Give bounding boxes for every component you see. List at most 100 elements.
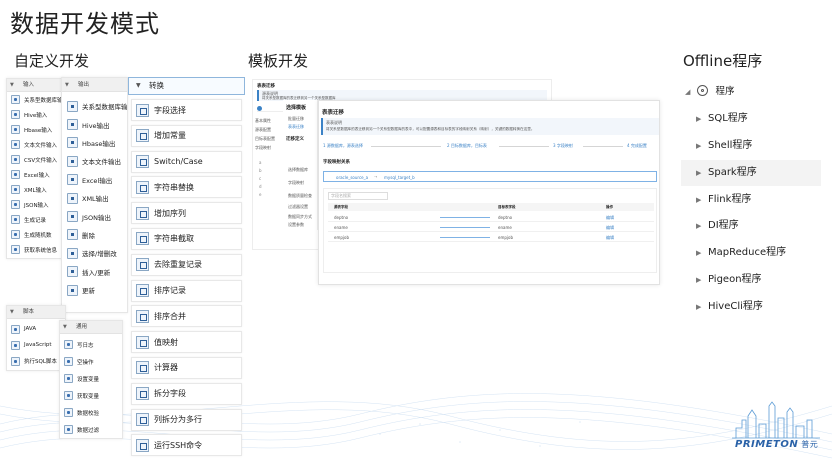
- offline-item-di[interactable]: ▶ DI程序: [681, 213, 821, 239]
- output-item[interactable]: Hive输出: [62, 115, 127, 133]
- offline-item-spark[interactable]: ▶ Spark程序: [681, 160, 821, 186]
- input-step-icon: [11, 215, 20, 224]
- transform-item[interactable]: Switch/Case: [131, 150, 242, 173]
- row-edit-link[interactable]: 编辑: [606, 225, 614, 231]
- output-item[interactable]: Excel输出: [62, 171, 127, 189]
- input-item[interactable]: 文本文件输入: [7, 137, 63, 152]
- step-3[interactable]: 3 字段映射: [553, 143, 573, 149]
- search-input[interactable]: 字段名搜索: [328, 192, 388, 200]
- table-row[interactable]: deptno deptno 编辑: [328, 213, 654, 222]
- input-item[interactable]: Hbase输入: [7, 122, 63, 137]
- expand-triangle-icon: ▶: [696, 303, 702, 311]
- transform-panel-header[interactable]: ▼ 转换: [128, 77, 245, 95]
- table-row[interactable]: ename ename 编辑: [328, 223, 654, 232]
- input-item[interactable]: CSV文件输入: [7, 152, 63, 167]
- back-table-item[interactable]: e: [259, 192, 281, 200]
- input-item[interactable]: 生成记录: [7, 212, 63, 227]
- input-item[interactable]: 生成随机数: [7, 227, 63, 242]
- output-item[interactable]: 关系型数据库输出: [62, 97, 127, 115]
- template-nav-item[interactable]: 字段映射: [288, 180, 304, 186]
- template-nav-item[interactable]: 批量迁移: [288, 116, 304, 122]
- row-edit-link[interactable]: 编辑: [606, 215, 614, 221]
- script-item[interactable]: 执行SQL脚本: [7, 353, 65, 369]
- transform-item[interactable]: 字符串替换: [131, 176, 242, 199]
- transform-item[interactable]: 去除重复记录: [131, 253, 242, 276]
- offline-item-flink[interactable]: ▶ Flink程序: [681, 187, 821, 213]
- transform-item[interactable]: 排序记录: [131, 279, 242, 302]
- input-step-icon: [11, 155, 20, 164]
- output-item[interactable]: JSON输出: [62, 207, 127, 225]
- offline-item-sql[interactable]: ▶ SQL程序: [681, 106, 821, 132]
- template-nav-item[interactable]: 过滤器设置: [288, 204, 308, 210]
- transform-item[interactable]: 值映射: [131, 331, 242, 354]
- input-item[interactable]: Hive输入: [7, 107, 63, 122]
- input-item[interactable]: Excel输入: [7, 167, 63, 182]
- transform-item[interactable]: 拆分字段: [131, 382, 242, 405]
- front-box-desc: 将关系型数据库的表迁移到另一个关系型数据库的表中，可以配置源表和目标表的字段映射…: [326, 127, 535, 131]
- offline-tree-root[interactable]: ◢ 程序: [685, 82, 734, 102]
- output-panel-header[interactable]: ▼ 输出: [62, 78, 127, 92]
- output-item[interactable]: 更新: [62, 281, 127, 299]
- common-item[interactable]: 空操作: [60, 353, 122, 370]
- transform-item[interactable]: 增加常量: [131, 124, 242, 147]
- table-row[interactable]: empjob empjob 编辑: [328, 233, 654, 242]
- common-step-icon: [64, 425, 73, 434]
- input-item[interactable]: 获取系统信息: [7, 242, 63, 257]
- input-list: 关系型数据库输入 Hive输入 Hbase输入 文本文件输入 CSV文件输入 E…: [7, 92, 63, 257]
- common-item[interactable]: 获取变量: [60, 387, 122, 404]
- source-tag[interactable]: oracle_source_a: [336, 175, 368, 180]
- output-item[interactable]: Hbase输出: [62, 134, 127, 152]
- row-edit-link[interactable]: 编辑: [606, 235, 614, 241]
- template-nav-item[interactable]: 数据质量检查: [288, 193, 312, 199]
- back-table-item[interactable]: d: [259, 184, 281, 192]
- input-item[interactable]: XML输入: [7, 182, 63, 197]
- transform-item[interactable]: 字段选择: [131, 99, 242, 121]
- offline-item-hivecli[interactable]: ▶ HiveCli程序: [681, 294, 821, 320]
- back-table-item[interactable]: a: [259, 160, 281, 168]
- input-item[interactable]: JSON输入: [7, 197, 63, 212]
- step-4[interactable]: 4 完成配置: [627, 143, 647, 149]
- front-stepper: 1 源数据库，源表选择 2 目标数据库，目标表 3 字段映射 4 完成配置: [321, 141, 659, 151]
- output-item[interactable]: XML输出: [62, 189, 127, 207]
- input-panel-header[interactable]: ▼ 输入: [7, 79, 63, 92]
- input-item[interactable]: 关系型数据库输入: [7, 92, 63, 107]
- script-item[interactable]: JavaScript: [7, 337, 65, 353]
- transform-item[interactable]: 列拆分为多行: [131, 408, 242, 431]
- script-panel: ▼ 脚本 JAVA JavaScript 执行SQL脚本: [6, 305, 66, 371]
- back-nav-item[interactable]: 源表配置: [255, 127, 281, 136]
- common-item[interactable]: 写日志: [60, 336, 122, 353]
- step-1[interactable]: 1 源数据库，源表选择: [323, 143, 363, 149]
- common-panel-header[interactable]: ▼ 通用: [60, 321, 122, 334]
- template-side-nav: 选择模板 批量迁移 表表迁移 迁移定义 选择数据库 字段映射 数据质量检查 过滤…: [283, 100, 318, 230]
- target-tag[interactable]: mysql_target_b: [384, 175, 415, 180]
- template-nav-item[interactable]: 选择数据库: [288, 167, 308, 173]
- back-table-item[interactable]: c: [259, 176, 281, 184]
- common-item[interactable]: 设置变量: [60, 370, 122, 387]
- common-item[interactable]: 数据过滤: [60, 421, 122, 438]
- section-title-template: 模板开发: [248, 52, 309, 70]
- offline-item-pigeon[interactable]: ▶ Pigeon程序: [681, 267, 821, 293]
- transform-item[interactable]: 排序合并: [131, 305, 242, 328]
- template-nav-item[interactable]: 数据同步方式: [288, 214, 312, 220]
- script-item[interactable]: JAVA: [7, 321, 65, 337]
- transform-item[interactable]: 字符串截取: [131, 227, 242, 250]
- back-nav-item[interactable]: 基本属性: [255, 118, 281, 127]
- mapping-line: [440, 237, 490, 238]
- output-item[interactable]: 插入/更新: [62, 263, 127, 281]
- template-nav-item[interactable]: 设置参数: [288, 222, 304, 228]
- common-item[interactable]: 数据校验: [60, 404, 122, 421]
- output-item[interactable]: 删除: [62, 226, 127, 244]
- offline-item-mapreduce[interactable]: ▶ MapReduce程序: [681, 240, 821, 266]
- back-table-item[interactable]: b: [259, 168, 281, 176]
- transform-item[interactable]: 增加序列: [131, 202, 242, 225]
- step-2[interactable]: 2 目标数据库，目标表: [447, 143, 487, 149]
- output-item[interactable]: 选择/增删改: [62, 244, 127, 262]
- offline-item-shell[interactable]: ▶ Shell程序: [681, 133, 821, 159]
- back-nav-item[interactable]: 字段映射: [255, 145, 281, 154]
- transform-item[interactable]: 计算器: [131, 356, 242, 379]
- output-item[interactable]: 文本文件输出: [62, 152, 127, 170]
- transform-item[interactable]: 运行SSH命令: [131, 434, 242, 457]
- template-nav-item-active[interactable]: 表表迁移: [288, 124, 304, 130]
- back-nav-item[interactable]: 目标表配置: [255, 136, 281, 145]
- script-panel-header[interactable]: ▼ 脚本: [7, 306, 65, 319]
